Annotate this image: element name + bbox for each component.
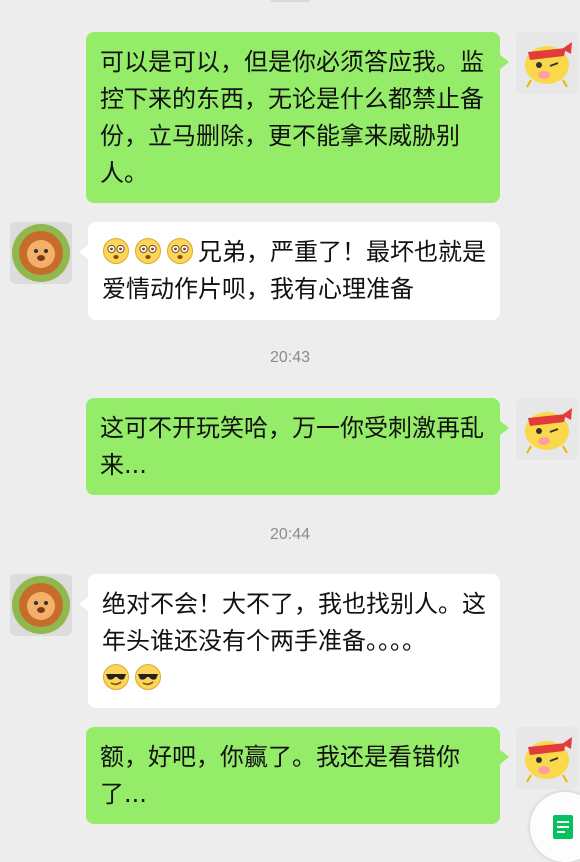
dizzy-face-emoji xyxy=(135,238,161,264)
yellow-chick-avatar-icon xyxy=(516,727,578,789)
chat-bubble-incoming[interactable]: 绝对不会！大不了，我也找别人。这年头谁还没有个两手准备。。。。 xyxy=(79,574,500,708)
avatar-me[interactable] xyxy=(516,727,578,789)
message-text: 额，好吧，你赢了。我还是看错你了... xyxy=(100,743,460,808)
document-icon xyxy=(553,815,573,839)
message-text: 绝对不会！大不了，我也找别人。这年头谁还没有个两手准备。。。。 xyxy=(102,590,486,655)
avatar-me[interactable] xyxy=(516,32,578,94)
timestamp: 20:44 xyxy=(269,526,311,543)
timestamp: 20:43 xyxy=(269,349,311,366)
lion-avatar-icon xyxy=(10,222,72,284)
avatar-me[interactable] xyxy=(516,398,578,460)
avatar-other[interactable] xyxy=(10,574,72,636)
top-divider xyxy=(270,0,310,2)
chat-bubble-outgoing[interactable]: 这可不开玩笑哈，万一你受刺激再乱来... xyxy=(86,398,509,495)
message-text: 可以是可以，但是你必须答应我。监控下来的东西，无论是什么都禁止备份，立马删除，更… xyxy=(100,48,484,187)
chat-bubble-outgoing[interactable]: 额，好吧，你赢了。我还是看错你了... xyxy=(86,727,509,824)
floating-action-button[interactable] xyxy=(530,792,580,862)
cool-sunglasses-emoji xyxy=(135,664,161,690)
chat-bubble-incoming[interactable]: 兄弟，严重了！最坏也就是爱情动作片呗，我有心理准备 xyxy=(79,222,500,320)
dizzy-face-emoji xyxy=(167,238,193,264)
avatar-other[interactable] xyxy=(10,222,72,284)
cool-sunglasses-emoji xyxy=(103,664,129,690)
lion-avatar-icon xyxy=(10,574,72,636)
yellow-chick-avatar-icon xyxy=(516,398,578,460)
chat-bubble-outgoing[interactable]: 可以是可以，但是你必须答应我。监控下来的东西，无论是什么都禁止备份，立马删除，更… xyxy=(86,32,509,203)
message-text: 这可不开玩笑哈，万一你受刺激再乱来... xyxy=(100,414,484,479)
yellow-chick-avatar-icon xyxy=(516,32,578,94)
dizzy-face-emoji xyxy=(103,238,129,264)
